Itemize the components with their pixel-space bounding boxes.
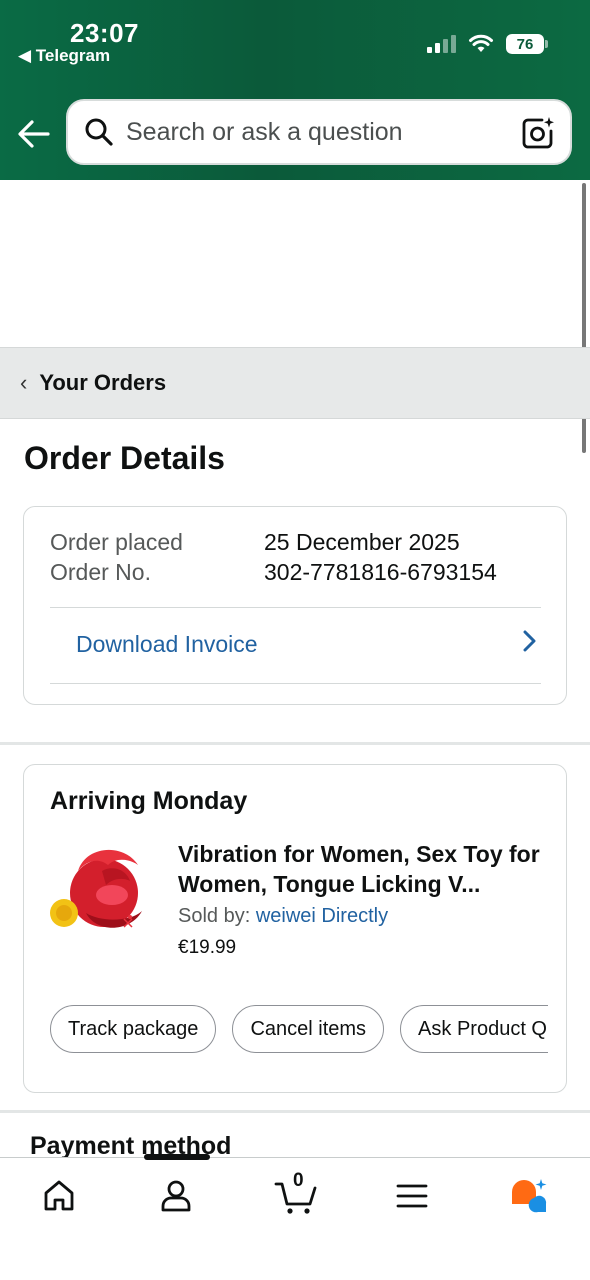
section-divider bbox=[0, 742, 590, 745]
camera-lens-icon[interactable] bbox=[520, 115, 556, 151]
download-invoice-link[interactable]: Download Invoice bbox=[76, 631, 258, 658]
chevron-right-icon[interactable] bbox=[518, 627, 540, 655]
bottom-nav: 0 bbox=[0, 1154, 590, 1280]
delivery-status: Arriving Monday bbox=[50, 787, 248, 815]
page-title: Order Details bbox=[24, 440, 225, 476]
product-image[interactable] bbox=[46, 835, 156, 945]
divider bbox=[50, 607, 541, 608]
search-icon bbox=[85, 118, 113, 146]
breadcrumb-label: Your Orders bbox=[39, 370, 167, 395]
product-title[interactable]: Vibration for Women, Sex Toy for Women, … bbox=[178, 839, 548, 899]
track-package-button[interactable]: Track package bbox=[50, 1005, 217, 1053]
sold-by: Sold by: weiwei Directly bbox=[178, 905, 388, 928]
order-number-label: Order No. bbox=[50, 559, 151, 585]
chevron-left-icon: ‹ bbox=[20, 370, 28, 395]
ask-product-question-button[interactable]: Ask Product Question bbox=[400, 1005, 548, 1053]
status-time: 23:07 bbox=[70, 18, 139, 48]
cancel-items-button[interactable]: Cancel items bbox=[232, 1005, 385, 1053]
shipment-card: Arriving Monday Vibration for Women, Sex… bbox=[23, 764, 567, 1093]
cellular-signal-icon bbox=[427, 35, 456, 53]
search-input[interactable] bbox=[126, 117, 506, 147]
active-tab-indicator bbox=[144, 1154, 210, 1160]
back-arrow-icon[interactable] bbox=[16, 116, 52, 152]
rufus-icon[interactable] bbox=[508, 1176, 548, 1216]
return-to-telegram[interactable]: ◀ Telegram bbox=[18, 46, 110, 66]
divider bbox=[50, 683, 541, 684]
cart-count: 0 bbox=[293, 1170, 304, 1191]
order-number-value: 302-7781816-6793154 bbox=[264, 559, 497, 585]
menu-icon[interactable] bbox=[392, 1176, 432, 1216]
seller-link[interactable]: weiwei Directly bbox=[256, 905, 388, 927]
cart-button[interactable]: 0 bbox=[274, 1170, 318, 1216]
battery-indicator: 76 bbox=[506, 34, 548, 54]
search-bar[interactable] bbox=[66, 99, 572, 165]
action-chips: Track package Cancel items Ask Product Q… bbox=[50, 1005, 548, 1057]
breadcrumb[interactable]: ‹ Your Orders bbox=[0, 347, 590, 419]
home-icon[interactable] bbox=[39, 1176, 79, 1216]
order-placed-label: Order placed bbox=[50, 529, 183, 555]
section-divider bbox=[0, 1110, 590, 1113]
product-price: €19.99 bbox=[178, 937, 237, 958]
order-placed-value: 25 December 2025 bbox=[264, 529, 460, 555]
app-header: 23:07 ◀ Telegram 76 bbox=[0, 0, 590, 180]
account-icon[interactable] bbox=[156, 1176, 196, 1216]
order-info-card: Order placed 25 December 2025 Order No. … bbox=[23, 506, 567, 705]
wifi-icon bbox=[469, 34, 493, 52]
sold-by-label: Sold by: bbox=[178, 905, 251, 927]
status-icons: 76 bbox=[427, 34, 548, 54]
